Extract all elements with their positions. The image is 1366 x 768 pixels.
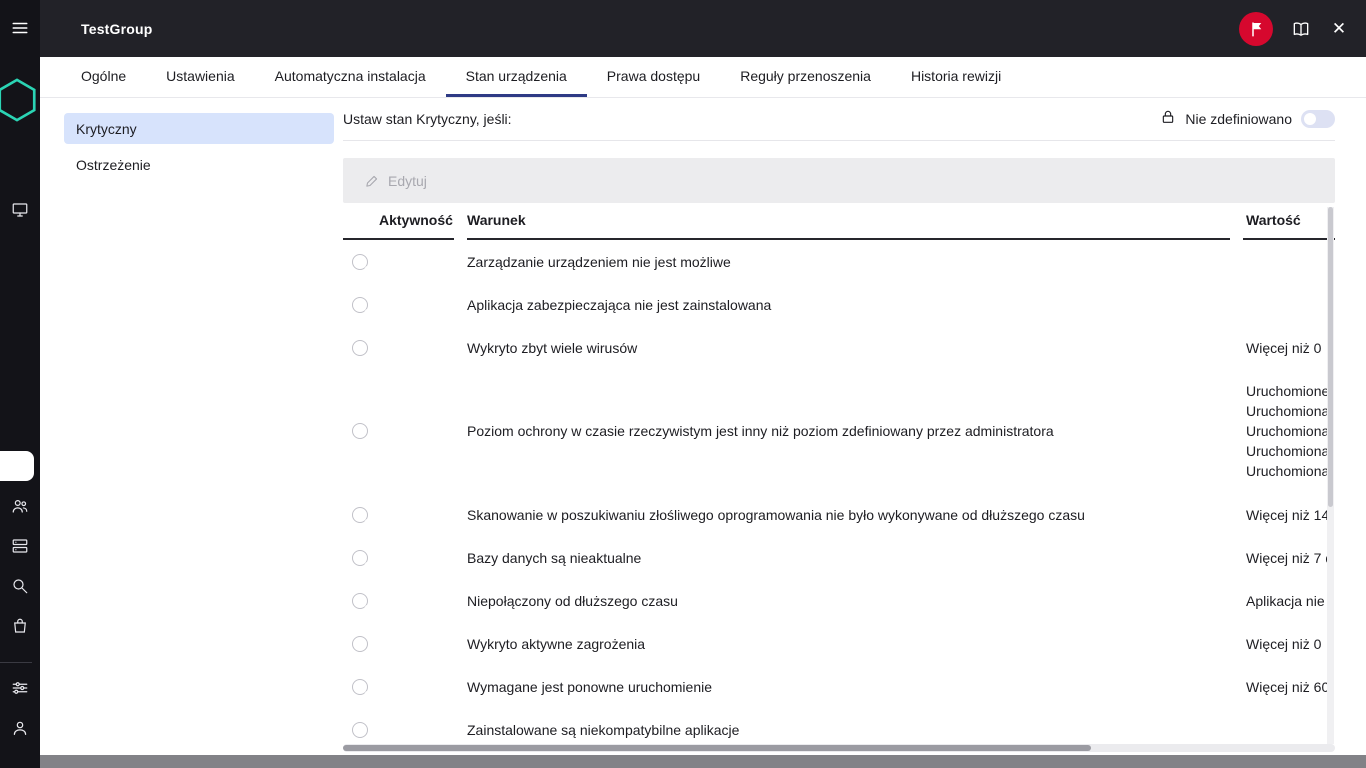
edit-button-label: Edytuj (388, 173, 427, 189)
table-row: Niepołączony od dłuższego czasuAplikacja… (343, 579, 1335, 622)
value-text: Więcej niż 0 (1243, 634, 1335, 654)
tab-historia-rewizji[interactable]: Historia rewizji (891, 57, 1021, 97)
value-text: Więcej niż 60 (1243, 677, 1335, 697)
vertical-scrollbar[interactable] (1327, 207, 1334, 744)
table-row: Wykryto aktywne zagrożeniaWięcej niż 0 (343, 622, 1335, 665)
search-icon[interactable] (11, 577, 29, 595)
condition-text: Niepołączony od dłuższego czasu (467, 593, 1243, 609)
users-icon[interactable] (11, 497, 29, 515)
table-row: Poziom ochrony w czasie rzeczywistym jes… (343, 369, 1335, 493)
condition-text: Poziom ochrony w czasie rzeczywistym jes… (467, 423, 1243, 439)
tab-ogólne[interactable]: Ogólne (61, 57, 146, 97)
table-row: Skanowanie w poszukiwaniu złośliwego opr… (343, 493, 1335, 536)
row-select-radio[interactable] (352, 423, 368, 439)
status-list-panel: Krytyczny Ostrzeżenie (40, 98, 343, 755)
edit-button[interactable]: Edytuj (365, 173, 427, 189)
tab-ustawienia[interactable]: Ustawienia (146, 57, 254, 97)
menu-icon[interactable] (11, 19, 29, 37)
tab-stan-urządzenia[interactable]: Stan urządzenia (446, 57, 587, 97)
value-text: Więcej niż 14 (1243, 505, 1335, 525)
condition-heading: Ustaw stan Krytyczny, jeśli: (343, 111, 512, 127)
condition-text: Skanowanie w poszukiwaniu złośliwego opr… (467, 507, 1243, 523)
tab-prawa-dostępu[interactable]: Prawa dostępu (587, 57, 720, 97)
value-text: UruchomioneUruchomionaUruchomionaUruchom… (1243, 381, 1335, 481)
condition-text: Wymagane jest ponowne uruchomienie (467, 679, 1243, 695)
conditions-table-header: Aktywność Warunek Wartość (343, 212, 1335, 240)
repositories-stack-icon[interactable] (11, 537, 29, 555)
column-header-activity: Aktywność (343, 212, 467, 240)
marketplace-bag-icon[interactable] (11, 617, 29, 635)
group-title: TestGroup (81, 21, 153, 37)
not-defined-label: Nie zdefiniowano (1185, 111, 1292, 127)
console-settings-sliders-icon[interactable] (11, 679, 29, 697)
value-text: Więcej niż 7 d (1243, 548, 1335, 568)
sidebar-divider (0, 662, 32, 663)
row-select-radio[interactable] (352, 340, 368, 356)
not-defined-toggle[interactable] (1301, 110, 1335, 128)
condition-text: Zainstalowane są niekompatybilne aplikac… (467, 722, 1243, 738)
vertical-scrollbar-thumb[interactable] (1328, 207, 1333, 507)
monitoring-monitor-icon[interactable] (11, 201, 29, 219)
lock-icon (1160, 109, 1176, 130)
kaspersky-logo-icon[interactable] (1239, 12, 1273, 46)
kaspersky-hexagon-logo-icon (0, 74, 40, 126)
column-header-value: Wartość (1243, 212, 1335, 240)
close-icon[interactable]: ✕ (1329, 19, 1349, 39)
not-defined-control: Nie zdefiniowano (1160, 109, 1335, 130)
table-row: Aplikacja zabezpieczająca nie jest zains… (343, 283, 1335, 326)
tab-automatyczna-instalacja[interactable]: Automatyczna instalacja (255, 57, 446, 97)
condition-text: Zarządzanie urządzeniem nie jest możliwe (467, 254, 1243, 270)
tab-reguły-przenoszenia[interactable]: Reguły przenoszenia (720, 57, 891, 97)
condition-text: Wykryto aktywne zagrożenia (467, 636, 1243, 652)
table-row: Wymagane jest ponowne uruchomienieWięcej… (343, 665, 1335, 708)
table-row: Wykryto zbyt wiele wirusówWięcej niż 0 (343, 326, 1335, 369)
value-text: Aplikacja nie ł (1243, 591, 1335, 611)
conditions-table-body: Zarządzanie urządzeniem nie jest możliwe… (343, 240, 1335, 751)
condition-text: Wykryto zbyt wiele wirusów (467, 340, 1243, 356)
app-sidebar (0, 0, 40, 768)
table-row: Bazy danych są nieaktualneWięcej niż 7 d (343, 536, 1335, 579)
row-select-radio[interactable] (352, 722, 368, 738)
status-item-krytyczny[interactable]: Krytyczny (64, 113, 334, 144)
selected-nav-indicator[interactable] (0, 451, 34, 481)
column-header-condition: Warunek (467, 212, 1243, 240)
row-select-radio[interactable] (352, 636, 368, 652)
horizontal-scrollbar[interactable] (343, 744, 1335, 752)
value-text: Więcej niż 0 (1243, 338, 1335, 358)
condition-text: Aplikacja zabezpieczająca nie jest zains… (467, 297, 1243, 313)
window-titlebar: TestGroup ✕ (40, 0, 1366, 57)
horizontal-scrollbar-thumb[interactable] (343, 745, 1091, 751)
manual-book-icon[interactable] (1291, 19, 1311, 39)
condition-heading-row: Ustaw stan Krytyczny, jeśli: Nie zdefini… (343, 98, 1335, 141)
app-window: TestGroup ✕ OgólneUstawieniaAutomatyczna… (0, 0, 1366, 768)
table-row: Zarządzanie urządzeniem nie jest możliwe (343, 240, 1335, 283)
device-status-settings: Ustaw stan Krytyczny, jeśli: Nie zdefini… (343, 98, 1335, 755)
condition-text: Bazy danych są nieaktualne (467, 550, 1243, 566)
status-item-ostrzeżenie[interactable]: Ostrzeżenie (64, 149, 334, 180)
window-bottom-strip (40, 755, 1366, 768)
account-person-icon[interactable] (11, 719, 29, 737)
table-toolbar: Edytuj (343, 158, 1335, 203)
content-area: Krytyczny Ostrzeżenie Ustaw stan Krytyczn… (40, 98, 1366, 755)
titlebar-actions: ✕ (1239, 12, 1366, 46)
settings-tabbar: OgólneUstawieniaAutomatyczna instalacjaS… (40, 57, 1366, 98)
